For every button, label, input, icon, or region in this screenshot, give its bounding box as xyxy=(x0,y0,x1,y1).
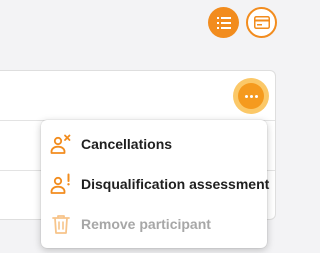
row-action-menu: Cancellations Disqualification assessmen… xyxy=(41,120,270,248)
menu-item-disqualification-assessment[interactable]: Disqualification assessment xyxy=(41,164,270,204)
menu-item-label: Disqualification assessment xyxy=(81,176,270,192)
menu-item-label: Cancellations xyxy=(81,136,173,152)
person-alert-icon xyxy=(50,173,70,194)
menu-item-label: Remove participant xyxy=(81,216,211,232)
row-more-button[interactable] xyxy=(233,78,269,114)
trash-icon xyxy=(52,215,70,234)
list-view-button[interactable] xyxy=(208,7,239,38)
menu-item-remove-participant[interactable]: Remove participant xyxy=(41,204,267,244)
person-cancel-icon xyxy=(50,134,71,154)
more-horizontal-icon xyxy=(238,83,264,109)
card-icon xyxy=(253,16,270,29)
menu-item-cancellations[interactable]: Cancellations xyxy=(41,124,267,164)
card-view-button[interactable] xyxy=(246,7,277,38)
list-icon xyxy=(216,16,231,29)
